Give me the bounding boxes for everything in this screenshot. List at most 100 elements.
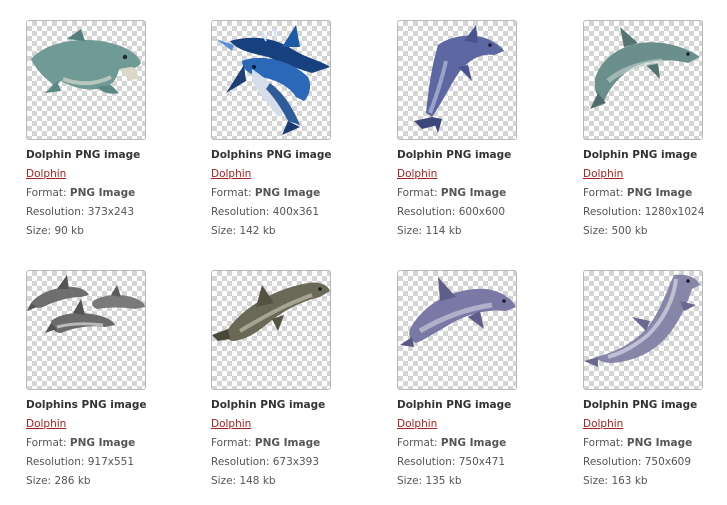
dolphin-image bbox=[31, 29, 141, 94]
dolphin-image bbox=[400, 277, 516, 347]
thumbnail-dolphin-5[interactable] bbox=[397, 270, 517, 390]
size-line: Size: 148 kb bbox=[211, 475, 276, 487]
size-line: Size: 135 kb bbox=[397, 475, 462, 487]
format-line: Format: PNG Image bbox=[583, 437, 692, 449]
resolution-value: 917x551 bbox=[87, 456, 135, 468]
resolution-line: Resolution: 673x393 bbox=[211, 456, 319, 468]
thumbnail-dolphins-1[interactable] bbox=[211, 20, 331, 140]
resolution-value: 400x361 bbox=[272, 206, 320, 218]
category-link[interactable]: Dolphin bbox=[583, 168, 623, 180]
format-label: Format: bbox=[583, 187, 624, 199]
category-link[interactable]: Dolphin bbox=[397, 168, 437, 180]
size-label: Size: bbox=[211, 225, 237, 237]
image-title[interactable]: Dolphin PNG image bbox=[397, 399, 511, 411]
size-value: 148 kb bbox=[239, 475, 276, 487]
thumbnail-dolphins-2[interactable] bbox=[26, 270, 146, 390]
size-line: Size: 500 kb bbox=[583, 225, 648, 237]
size-line: Size: 286 kb bbox=[26, 475, 91, 487]
thumbnail-dolphin-2[interactable] bbox=[397, 20, 517, 140]
resolution-line: Resolution: 373x243 bbox=[26, 206, 134, 218]
resolution-value: 750x471 bbox=[458, 456, 506, 468]
format-line: Format: PNG Image bbox=[26, 437, 135, 449]
size-line: Size: 163 kb bbox=[583, 475, 648, 487]
resolution-value: 600x600 bbox=[458, 206, 506, 218]
format-label: Format: bbox=[397, 187, 438, 199]
resolution-label: Resolution: bbox=[397, 456, 456, 468]
category-link[interactable]: Dolphin bbox=[26, 418, 66, 430]
format-line: Format: PNG Image bbox=[583, 187, 692, 199]
image-grid: Dolphin PNG image Dolphin Format: PNG Im… bbox=[0, 0, 727, 505]
format-label: Format: bbox=[211, 187, 252, 199]
format-label: Format: bbox=[397, 437, 438, 449]
category-link[interactable]: Dolphin bbox=[211, 418, 251, 430]
resolution-label: Resolution: bbox=[26, 456, 85, 468]
format-line: Format: PNG Image bbox=[397, 187, 506, 199]
format-label: Format: bbox=[583, 437, 624, 449]
category-link[interactable]: Dolphin bbox=[26, 168, 66, 180]
format-value: PNG Image bbox=[626, 187, 693, 199]
thumbnail-dolphin-1[interactable] bbox=[26, 20, 146, 140]
format-line: Format: PNG Image bbox=[211, 187, 320, 199]
size-line: Size: 90 kb bbox=[26, 225, 84, 237]
resolution-line: Resolution: 750x609 bbox=[583, 456, 691, 468]
size-value: 163 kb bbox=[611, 475, 648, 487]
category-link[interactable]: Dolphin bbox=[211, 168, 251, 180]
size-label: Size: bbox=[583, 225, 609, 237]
resolution-label: Resolution: bbox=[583, 456, 642, 468]
format-line: Format: PNG Image bbox=[26, 187, 135, 199]
size-value: 135 kb bbox=[425, 475, 462, 487]
size-value: 500 kb bbox=[611, 225, 648, 237]
size-label: Size: bbox=[211, 475, 237, 487]
dolphin-image bbox=[584, 274, 700, 367]
format-value: PNG Image bbox=[69, 437, 136, 449]
size-line: Size: 142 kb bbox=[211, 225, 276, 237]
resolution-value: 1280x1024 bbox=[644, 206, 705, 218]
resolution-value: 750x609 bbox=[644, 456, 692, 468]
image-title[interactable]: Dolphins PNG image bbox=[211, 149, 332, 161]
format-line: Format: PNG Image bbox=[211, 437, 320, 449]
resolution-line: Resolution: 917x551 bbox=[26, 456, 134, 468]
size-value: 90 kb bbox=[54, 225, 84, 237]
size-label: Size: bbox=[26, 225, 52, 237]
size-label: Size: bbox=[397, 475, 423, 487]
resolution-label: Resolution: bbox=[397, 206, 456, 218]
dolphins-image bbox=[27, 275, 145, 333]
resolution-line: Resolution: 600x600 bbox=[397, 206, 505, 218]
thumbnail-dolphin-4[interactable] bbox=[211, 270, 331, 390]
resolution-label: Resolution: bbox=[211, 456, 270, 468]
thumbnail-dolphin-3[interactable] bbox=[583, 20, 703, 140]
format-value: PNG Image bbox=[254, 437, 321, 449]
size-label: Size: bbox=[583, 475, 609, 487]
image-title[interactable]: Dolphin PNG image bbox=[583, 399, 697, 411]
format-line: Format: PNG Image bbox=[397, 437, 506, 449]
size-label: Size: bbox=[26, 475, 52, 487]
format-label: Format: bbox=[211, 437, 252, 449]
dolphins-image bbox=[216, 25, 330, 135]
category-link[interactable]: Dolphin bbox=[583, 418, 623, 430]
size-label: Size: bbox=[397, 225, 423, 237]
format-value: PNG Image bbox=[440, 187, 507, 199]
image-title[interactable]: Dolphin PNG image bbox=[211, 399, 325, 411]
image-title[interactable]: Dolphin PNG image bbox=[397, 149, 511, 161]
size-value: 286 kb bbox=[54, 475, 91, 487]
thumbnail-dolphin-6[interactable] bbox=[583, 270, 703, 390]
resolution-label: Resolution: bbox=[211, 206, 270, 218]
size-value: 142 kb bbox=[239, 225, 276, 237]
format-label: Format: bbox=[26, 187, 67, 199]
resolution-line: Resolution: 750x471 bbox=[397, 456, 505, 468]
resolution-value: 673x393 bbox=[272, 456, 320, 468]
resolution-line: Resolution: 400x361 bbox=[211, 206, 319, 218]
format-label: Format: bbox=[26, 437, 67, 449]
resolution-label: Resolution: bbox=[26, 206, 85, 218]
resolution-line: Resolution: 1280x1024 bbox=[583, 206, 704, 218]
image-title[interactable]: Dolphin PNG image bbox=[583, 149, 697, 161]
dolphin-image bbox=[212, 282, 330, 341]
image-title[interactable]: Dolphins PNG image bbox=[26, 399, 147, 411]
dolphin-image bbox=[414, 25, 504, 133]
image-title[interactable]: Dolphin PNG image bbox=[26, 149, 140, 161]
format-value: PNG Image bbox=[69, 187, 136, 199]
resolution-value: 373x243 bbox=[87, 206, 135, 218]
format-value: PNG Image bbox=[626, 437, 693, 449]
category-link[interactable]: Dolphin bbox=[397, 418, 437, 430]
format-value: PNG Image bbox=[254, 187, 321, 199]
